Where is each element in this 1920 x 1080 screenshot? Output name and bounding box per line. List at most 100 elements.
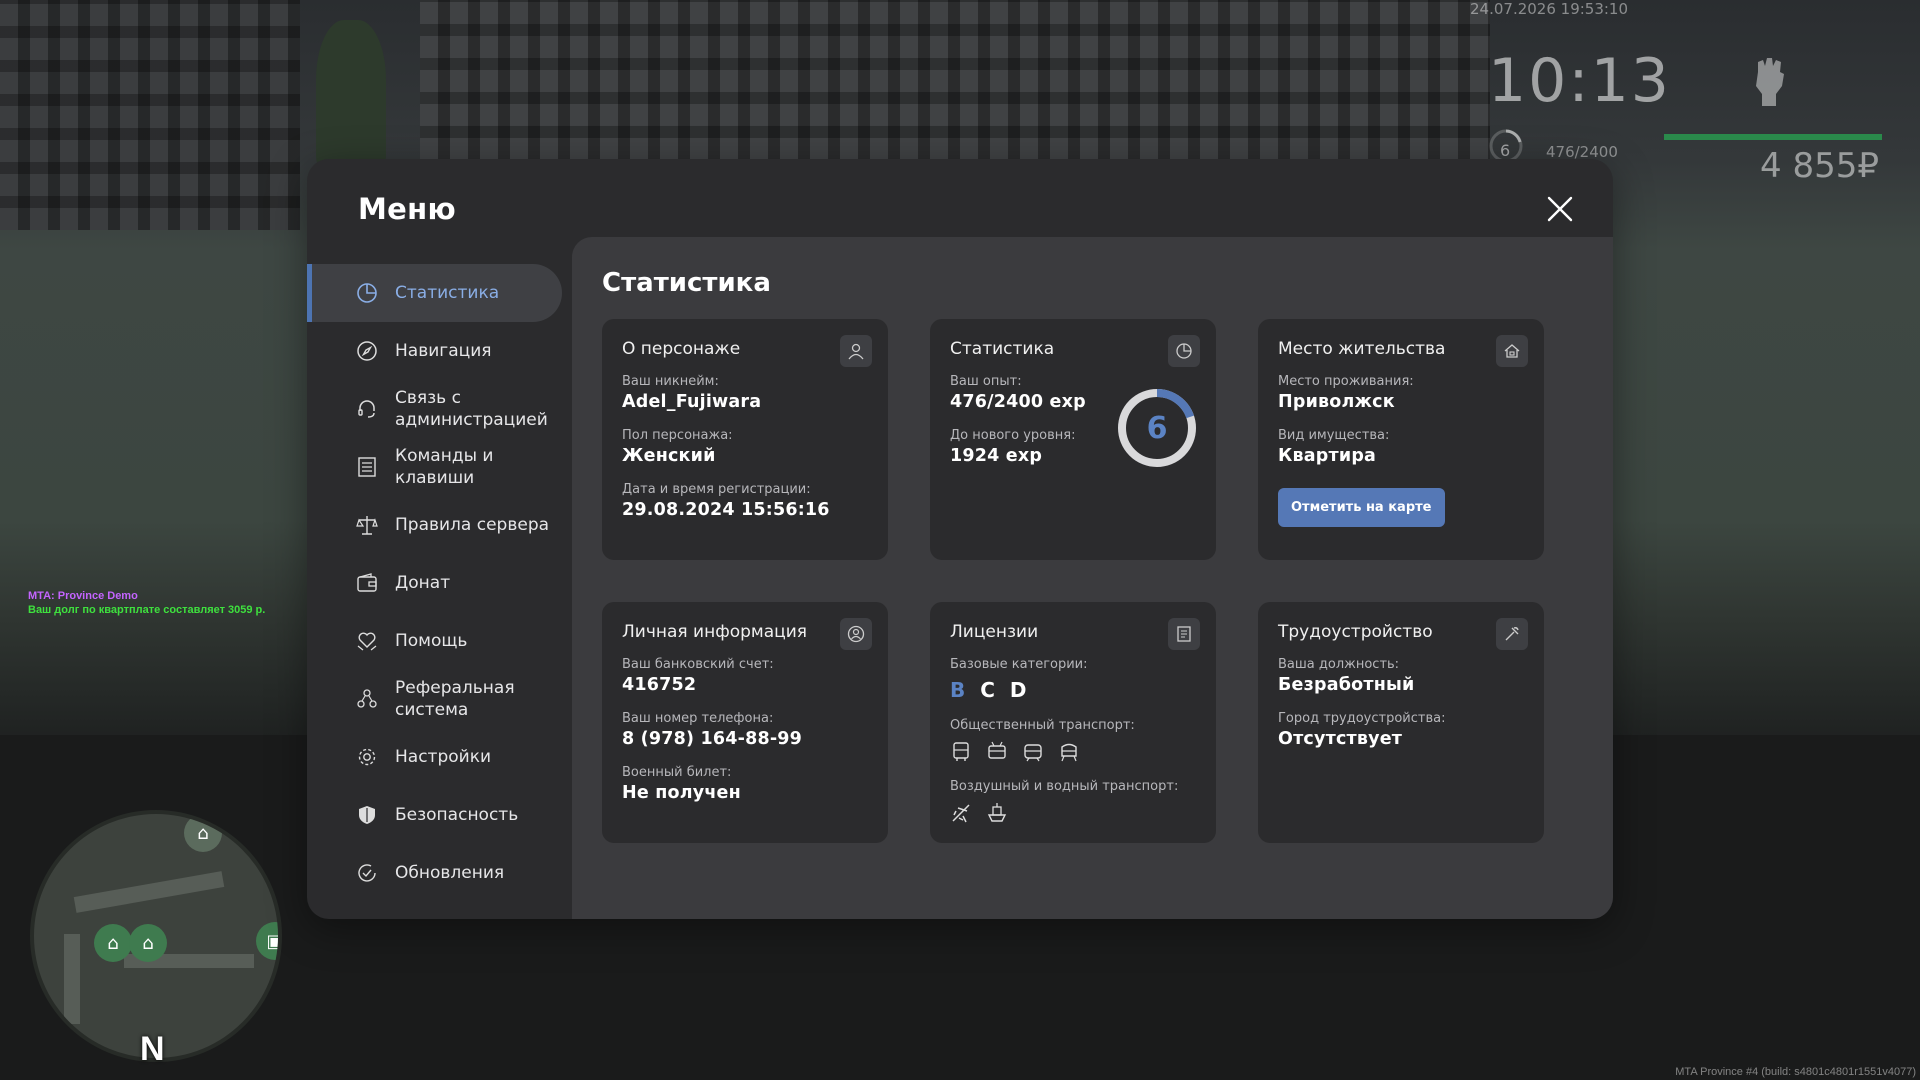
chart-pie-icon <box>357 283 377 303</box>
card-title: Трудоустройство <box>1278 622 1433 642</box>
building <box>0 0 300 230</box>
job-city-label: Город трудоустройства: <box>1278 711 1446 726</box>
minimap: ⌂ ⌂ ⌂ ▣ <box>30 810 282 1062</box>
sidebar-item-label: Реферальная система <box>395 678 515 720</box>
air-water-icons <box>950 802 1196 824</box>
chat-title: MTA: Province Demo <box>28 590 138 602</box>
sidebar-item-donate[interactable]: Донат <box>307 554 564 612</box>
job-city-value: Отсутствует <box>1278 729 1403 749</box>
bank-marker-icon: ⌂ <box>184 814 222 852</box>
car-marker-icon: ▣ <box>256 922 278 960</box>
home-icon <box>1496 335 1528 367</box>
residence-card: Место жительства Место проживания: Приво… <box>1258 319 1544 560</box>
headset-icon <box>358 400 375 418</box>
property-type-label: Вид имущества: <box>1278 428 1390 443</box>
airplane-icon <box>952 804 970 823</box>
mark-on-map-button[interactable]: Отметить на карте <box>1278 488 1445 527</box>
bank-value: 416752 <box>622 675 697 695</box>
nick-label: Ваш никнейм: <box>622 374 719 389</box>
sidebar-item-security[interactable]: Безопасность <box>307 786 564 844</box>
place-value: Приволжск <box>1278 392 1395 412</box>
sidebar-item-label: Навигация <box>395 341 492 361</box>
phone-value: 8 (978) 164-88-99 <box>622 729 803 749</box>
license-categories: B C D <box>950 678 1196 702</box>
gender-value: Женский <box>622 446 716 466</box>
category-c: C <box>980 678 999 702</box>
bus-icon <box>953 742 969 761</box>
hud-clock: 10:13 <box>1488 46 1671 116</box>
house-marker-icon: ⌂ <box>94 924 132 962</box>
sidebar-item-label: Связь с администрацией <box>395 388 548 430</box>
air-water-label: Воздушный и водный транспорт: <box>950 779 1179 794</box>
sidebar-item-label: Команды и клавиши <box>395 446 494 488</box>
tree <box>316 20 386 170</box>
sidebar-item-server-rules[interactable]: Правила сервера <box>307 496 564 554</box>
licenses-card: Лицензии Базовые категории: B C D Общест… <box>930 602 1216 843</box>
fist-icon <box>1756 58 1784 106</box>
property-type-value: Квартира <box>1278 446 1377 466</box>
refresh-check-icon <box>358 864 376 882</box>
sidebar-item-label: Помощь <box>395 631 468 651</box>
bank-label: Ваш банковский счет: <box>622 657 774 672</box>
employment-card: Трудоустройство Ваша должность: Безработ… <box>1258 602 1544 843</box>
reg-label: Дата и время регистрации: <box>622 482 811 497</box>
category-b: B <box>950 678 970 702</box>
gear-icon <box>358 748 376 766</box>
position-value: Безработный <box>1278 675 1415 695</box>
sidebar-item-label: Донат <box>395 573 451 593</box>
card-title: Лицензии <box>950 622 1039 642</box>
hud-level: 6 <box>1500 141 1511 160</box>
house-marker-icon: ⌂ <box>129 924 167 962</box>
section-title: Статистика <box>602 268 771 298</box>
sidebar-item-label: Обновления <box>395 863 505 883</box>
sidebar-item-label: Правила сервера <box>395 515 550 535</box>
card-title: Статистика <box>950 339 1055 359</box>
card-title: О персонаже <box>622 339 741 359</box>
document-icon <box>1168 618 1200 650</box>
sidebar-item-statistics[interactable]: Статистика <box>307 264 562 322</box>
content-area: Статистика О персонаже Ваш никнейм: Adel… <box>572 237 1613 919</box>
card-title: Личная информация <box>622 622 808 642</box>
user-circle-icon <box>840 618 872 650</box>
nick-value: Adel_Fujiwara <box>622 392 762 412</box>
sidebar-item-label: Статистика <box>395 283 500 303</box>
sidebar-item-navigation[interactable]: Навигация <box>307 322 564 380</box>
sidebar-item-label: Безопасность <box>395 805 519 825</box>
public-transport-label: Общественный транспорт: <box>950 718 1135 733</box>
wallet-icon <box>357 573 377 592</box>
health-bar <box>1664 134 1882 140</box>
military-value: Не получен <box>622 783 741 803</box>
sidebar-item-referral[interactable]: Реферальная система <box>307 670 564 728</box>
list-icon <box>358 457 376 477</box>
hud-datetime: 24.07.2026 19:53:10 <box>1470 0 1629 18</box>
build-info: MTA Province #4 (build: s4801c4801r1551v… <box>1675 1066 1916 1078</box>
stats-card: Статистика Ваш опыт: 476/2400 exp До нов… <box>930 319 1216 560</box>
position-label: Ваша должность: <box>1278 657 1400 672</box>
personal-info-card: Личная информация Ваш банковский счет: 4… <box>602 602 888 843</box>
close-icon[interactable] <box>1545 194 1575 224</box>
phone-label: Ваш номер телефона: <box>622 711 774 726</box>
reg-value: 29.08.2024 15:56:16 <box>622 500 830 520</box>
boat-icon <box>987 803 1007 822</box>
minimap-north: N <box>140 1030 165 1068</box>
hammer-icon <box>1496 618 1528 650</box>
sidebar-item-help[interactable]: Помощь <box>307 612 564 670</box>
military-label: Военный билет: <box>622 765 732 780</box>
trolleybus-icon <box>988 741 1006 759</box>
user-icon <box>840 335 872 367</box>
heart-hand-icon <box>357 632 377 651</box>
sidebar-item-settings[interactable]: Настройки <box>307 728 564 786</box>
sidebar-item-commands[interactable]: Команды и клавиши <box>307 438 564 496</box>
sidebar-item-updates[interactable]: Обновления <box>307 844 564 902</box>
base-categories-label: Базовые категории: <box>950 657 1088 672</box>
category-d: D <box>1009 678 1031 702</box>
train-icon <box>1061 743 1077 762</box>
hud-money: 4 855₽ <box>1760 146 1879 186</box>
minimap-street <box>73 871 225 913</box>
people-icon <box>357 689 377 708</box>
sidebar-item-admin-contact[interactable]: Связь с администрацией <box>307 380 564 438</box>
card-title: Место жительства <box>1278 339 1446 359</box>
gender-label: Пол персонажа: <box>622 428 733 443</box>
menu-title: Меню <box>358 192 456 226</box>
compass-icon <box>357 341 377 361</box>
